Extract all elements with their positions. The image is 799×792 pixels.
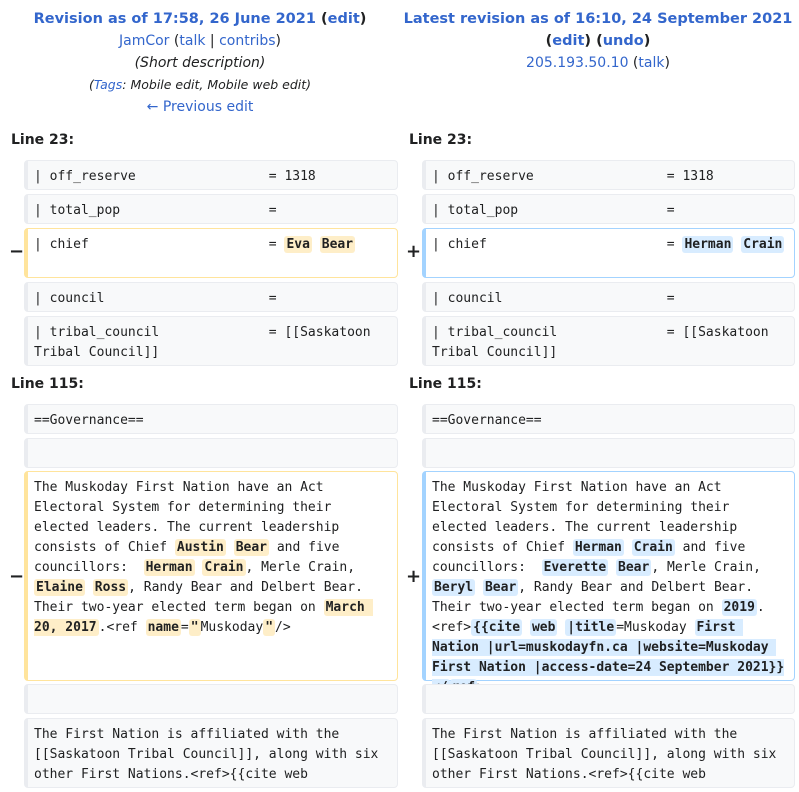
deleted-word: " <box>263 619 276 636</box>
new-revision-actions: (edit) (undo) <box>545 33 651 49</box>
user-link[interactable]: JamCor <box>119 33 169 49</box>
paragraph-text: .<ref <box>98 620 146 635</box>
paragraph-text: , Randy Bear and Delbert Bear. Their two… <box>34 580 371 615</box>
chief-prefix: | chief = <box>34 237 285 252</box>
added-line-chief: | chief = Herman Crain <box>422 228 795 278</box>
deleted-word: name <box>145 619 181 636</box>
deleted-word: Crain <box>202 559 246 576</box>
context-line-council-old: | council = <box>24 282 398 312</box>
new-revision-user: 205.193.50.10 (talk) <box>526 55 670 71</box>
hunk-label-new: Line 23: <box>409 132 473 148</box>
added-line-marker: + <box>406 566 422 587</box>
context-line-affiliated-old: The First Nation is affiliated with the … <box>24 718 398 788</box>
added-word: Beryl <box>432 579 476 596</box>
context-line-council-new: | council = <box>422 282 795 312</box>
deleted-word: Herman <box>143 559 195 576</box>
new-edit-link[interactable]: edit <box>552 33 584 49</box>
new-revision-link[interactable]: Latest revision as of 16:10, 24 Septembe… <box>404 11 793 27</box>
context-line-total-pop-new: | total_pop = <box>422 194 795 224</box>
deleted-line-marker: − <box>9 566 25 587</box>
context-line-governance-old: ==Governance== <box>24 404 398 434</box>
context-line-tribal-council-old: | tribal_council = [[Saskatoon Tribal Co… <box>24 316 398 366</box>
paragraph-text: = <box>180 620 189 635</box>
hunk-label-old: Line 115: <box>11 376 84 392</box>
context-line-off-reserve-old: | off_reserve = 1318 <box>24 160 398 190</box>
paragraph-text: , Merle Crain, <box>651 560 769 575</box>
deleted-word: Eva <box>284 236 312 253</box>
paragraph-text: /> <box>275 620 291 635</box>
paragraph-text: =Muskoday <box>616 620 695 635</box>
context-line-total-pop-old: | total_pop = <box>24 194 398 224</box>
user-talk-link[interactable]: talk <box>179 33 205 49</box>
user-contribs-link[interactable]: contribs <box>219 33 275 49</box>
context-line-empty-old <box>24 684 398 714</box>
context-line-governance-new: ==Governance== <box>422 404 795 434</box>
old-revision-user: JamCor (talk | contribs) <box>119 33 281 49</box>
new-revision-title: Latest revision as of 16:10, 24 Septembe… <box>398 8 798 30</box>
context-line-empty-old <box>24 438 398 468</box>
undo-link[interactable]: undo <box>603 33 644 49</box>
old-revision-link[interactable]: Revision as of 17:58, 26 June 2021 <box>34 11 316 27</box>
context-line-empty-new <box>422 684 795 714</box>
paragraph-text: Muskoday <box>200 620 264 635</box>
added-word: web <box>529 619 558 636</box>
deleted-word: Austin <box>174 539 226 556</box>
added-line-leadership: The Muskoday First Nation have an Act El… <box>422 471 795 696</box>
hunk-label-new: Line 115: <box>409 376 482 392</box>
edit-summary: (Short description) <box>134 55 266 71</box>
old-revision-title: Revision as of 17:58, 26 June 2021 (edit… <box>33 11 367 27</box>
hunk-label-old: Line 23: <box>11 132 75 148</box>
tags-value: : Mobile edit, Mobile web edit) <box>122 77 312 92</box>
context-line-empty-new <box>422 438 795 468</box>
tags-link[interactable]: Tags <box>94 77 122 92</box>
deleted-word: Elaine <box>34 579 85 596</box>
new-revision-header: Latest revision as of 16:10, 24 Septembe… <box>398 8 798 74</box>
added-word: Crain <box>631 539 675 556</box>
added-word: Bear <box>482 579 519 596</box>
deleted-line-leadership: The Muskoday First Nation have an Act El… <box>24 471 398 681</box>
paragraph-text: , Merle Crain, <box>245 560 363 575</box>
previous-edit-link[interactable]: ← Previous edit <box>147 99 254 115</box>
ip-talk-link[interactable]: talk <box>638 55 664 71</box>
added-word: Everette <box>541 559 609 576</box>
added-word: 2019 <box>721 599 757 616</box>
added-word: Crain <box>741 236 785 253</box>
added-line-marker: + <box>406 241 422 262</box>
old-edit-link[interactable]: edit <box>328 11 360 27</box>
paragraph-text: , Randy Bear and Delbert Bear. Their two… <box>432 580 761 615</box>
deleted-line-marker: − <box>9 241 25 262</box>
edit-tags: (Tags: Mobile edit, Mobile web edit) <box>88 77 312 92</box>
deleted-word: Bear <box>319 236 356 253</box>
added-word: Bear <box>616 559 652 576</box>
added-word: Herman <box>572 539 624 556</box>
context-line-tribal-council-new: | tribal_council = [[Saskatoon Tribal Co… <box>422 316 795 366</box>
added-word: Herman <box>682 236 734 253</box>
deleted-word: " <box>188 619 201 636</box>
added-word: |title <box>565 619 617 636</box>
deleted-line-chief: | chief = Eva Bear <box>24 228 398 278</box>
ip-link[interactable]: 205.193.50.10 <box>526 55 628 71</box>
context-line-affiliated-new: The First Nation is affiliated with the … <box>422 718 795 788</box>
old-revision-header: Revision as of 17:58, 26 June 2021 (edit… <box>0 8 400 118</box>
added-word: {{cite <box>471 619 523 636</box>
context-line-off-reserve-new: | off_reserve = 1318 <box>422 160 795 190</box>
deleted-word: Bear <box>233 539 269 556</box>
deleted-word: Ross <box>92 579 129 596</box>
chief-prefix: | chief = <box>432 237 683 252</box>
